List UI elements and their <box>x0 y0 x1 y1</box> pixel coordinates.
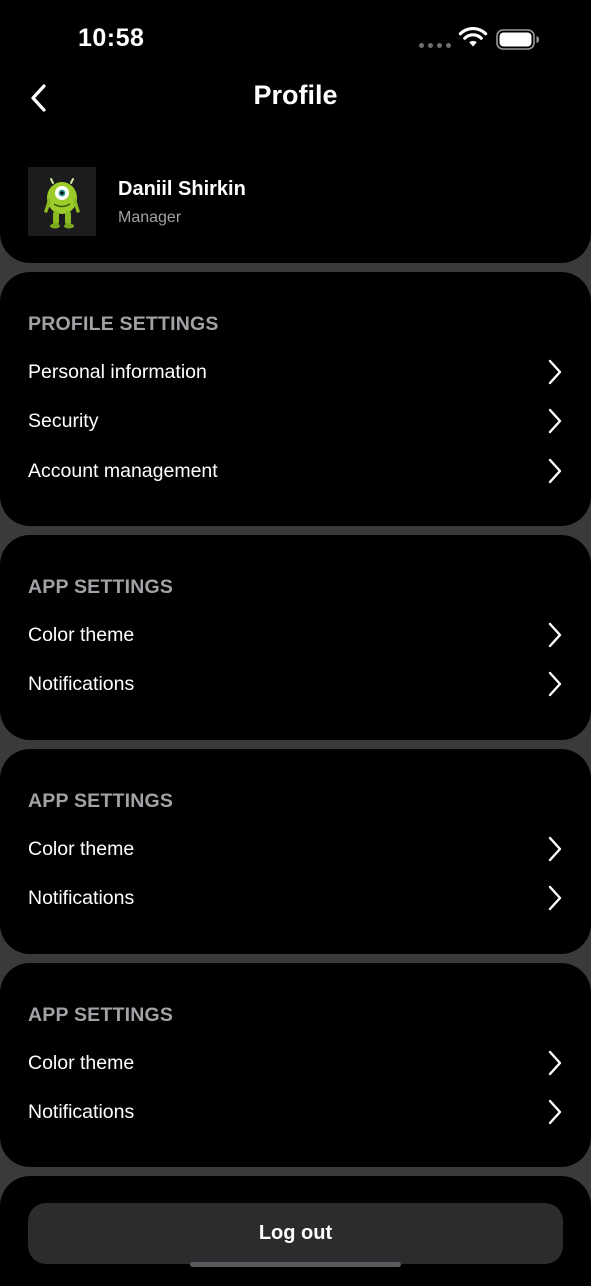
menu-item-personal-information[interactable]: Personal information <box>28 350 563 394</box>
menu-item-label: Account management <box>28 459 218 482</box>
profile-role: Manager <box>118 208 182 226</box>
wifi-icon <box>458 26 488 54</box>
menu-item-label: Color theme <box>28 623 135 646</box>
chevron-right-icon <box>547 670 563 698</box>
menu-item-label: Personal information <box>28 360 207 383</box>
profile-name: Daniil Shirkin <box>118 177 246 200</box>
chevron-right-icon <box>547 1098 563 1126</box>
navigation-bar: Profile <box>0 76 591 120</box>
menu-item-label: Notifications <box>28 886 135 909</box>
section-title: APP SETTINGS <box>28 576 174 598</box>
page-title: Profile <box>253 80 338 110</box>
header-card: 10:58 Profile Daniil Shirkin Manager <box>0 0 591 263</box>
menu-item-label: Notifications <box>28 672 135 695</box>
menu-item-notifications[interactable]: Notifications <box>28 662 563 706</box>
menu-item-color-theme[interactable]: Color theme <box>28 827 563 871</box>
menu-item-account-management[interactable]: Account management <box>28 449 563 493</box>
menu-item-label: Color theme <box>28 1051 135 1074</box>
home-indicator <box>190 1262 401 1267</box>
app-settings-card: APP SETTINGS Color theme Notifications <box>0 749 591 954</box>
app-settings-card: APP SETTINGS Color theme Notifications <box>0 963 591 1167</box>
section-title: PROFILE SETTINGS <box>28 313 219 335</box>
profile-summary[interactable]: Daniil Shirkin Manager <box>28 167 563 236</box>
section-title: APP SETTINGS <box>28 1004 174 1026</box>
cellular-signal-icon <box>419 43 451 48</box>
menu-item-label: Color theme <box>28 837 135 860</box>
section-title: APP SETTINGS <box>28 790 174 812</box>
status-bar: 10:58 <box>0 0 591 80</box>
battery-icon <box>496 29 540 55</box>
menu-item-color-theme[interactable]: Color theme <box>28 1041 563 1085</box>
chevron-right-icon <box>547 884 563 912</box>
app-settings-card: APP SETTINGS Color theme Notifications <box>0 535 591 740</box>
menu-item-notifications[interactable]: Notifications <box>28 876 563 920</box>
chevron-right-icon <box>547 457 563 485</box>
menu-item-label: Security <box>28 409 99 432</box>
logout-button[interactable]: Log out <box>28 1203 563 1264</box>
avatar <box>28 167 96 236</box>
status-time: 10:58 <box>78 24 145 52</box>
menu-item-security[interactable]: Security <box>28 399 563 443</box>
chevron-right-icon <box>547 835 563 863</box>
chevron-right-icon <box>547 407 563 435</box>
chevron-right-icon <box>547 621 563 649</box>
menu-item-notifications[interactable]: Notifications <box>28 1090 563 1134</box>
profile-text: Daniil Shirkin Manager <box>118 177 246 227</box>
chevron-right-icon <box>547 358 563 386</box>
menu-item-label: Notifications <box>28 1100 135 1123</box>
menu-item-color-theme[interactable]: Color theme <box>28 613 563 657</box>
profile-settings-card: PROFILE SETTINGS Personal information Se… <box>0 272 591 526</box>
chevron-right-icon <box>547 1049 563 1077</box>
